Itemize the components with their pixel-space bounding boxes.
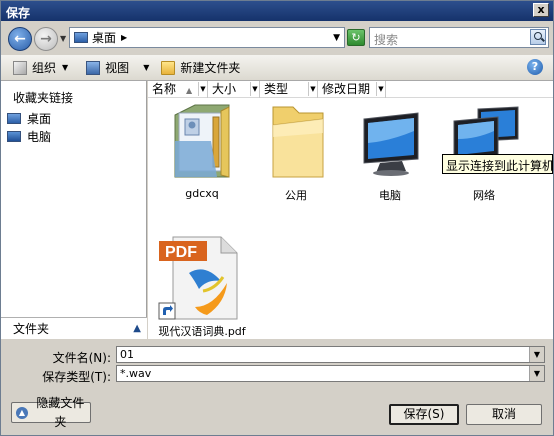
file-item-label: 电脑 — [379, 189, 401, 202]
chevron-down-icon[interactable]: ▼ — [529, 347, 544, 362]
filetype-value: *.wav — [120, 367, 152, 380]
command-bar: 组织 ▼ 视图 ▼ 新建文件夹 ? — [1, 55, 553, 81]
chevron-up-icon: ▲ — [16, 406, 28, 419]
new-folder-button[interactable]: 新建文件夹 — [155, 57, 246, 79]
window-title: 保存 — [6, 6, 31, 20]
column-label: 大小 — [212, 82, 237, 96]
organize-label: 组织 — [32, 61, 57, 75]
chevron-up-icon: ▲ — [133, 323, 141, 334]
breadcrumb-arrow-icon[interactable]: ▶ — [121, 33, 127, 42]
user-folder-icon — [174, 104, 230, 178]
column-dropdown-icon[interactable]: ▼ — [250, 82, 259, 96]
new-folder-label: 新建文件夹 — [180, 61, 241, 75]
view-menu[interactable]: 视图 ▼ — [80, 57, 155, 79]
cancel-button[interactable]: 取消 — [466, 404, 542, 425]
view-icon — [86, 60, 101, 75]
file-item-pdf[interactable]: PDF 现代汉语词典.pdf — [155, 231, 249, 339]
close-button[interactable]: x — [533, 3, 549, 17]
view-label: 视图 — [105, 61, 130, 75]
pdf-shortcut-icon: PDF — [158, 236, 238, 320]
search-icon[interactable] — [530, 29, 546, 45]
sidebar-item-label: 电脑 — [27, 130, 52, 144]
hide-folders-button[interactable]: ▲ 隐藏文件夹 — [11, 396, 91, 429]
column-dropdown-icon[interactable]: ▼ — [376, 82, 385, 96]
sidebar-item-computer[interactable]: 电脑 — [7, 128, 51, 145]
desktop-icon — [7, 113, 21, 124]
history-dropdown-icon[interactable]: ▼ — [60, 34, 66, 43]
filetype-label: 保存类型(T): — [42, 370, 111, 384]
column-header-date[interactable]: 修改日期 ▼ — [318, 81, 386, 98]
save-dialog: 保存 x ← → ▼ 桌面 ▶ ▼ ↻ 搜索 组织 ▼ 视图 ▼ 新建文件夹 ?… — [0, 0, 554, 436]
address-row: ← → ▼ 桌面 ▶ ▼ ↻ 搜索 — [1, 21, 553, 55]
filetype-select[interactable]: *.wav ▼ — [116, 365, 545, 382]
column-dropdown-icon[interactable]: ▼ — [308, 82, 317, 96]
computer-icon — [7, 131, 21, 142]
organize-menu[interactable]: 组织 ▼ — [7, 57, 74, 79]
column-header-name[interactable]: 名称 ▲ ▼ — [148, 81, 208, 98]
file-item-label: 公用 — [285, 189, 307, 202]
navigation-pane: 收藏夹链接 桌面 电脑 文件夹 ▲ — [1, 81, 147, 339]
filename-label: 文件名(N): — [52, 351, 111, 365]
save-form: 文件名(N): 01 ▼ 保存类型(T): *.wav ▼ ▲ 隐藏文件夹 保存… — [1, 339, 553, 435]
hide-folders-label: 隐藏文件夹 — [36, 395, 85, 429]
column-label: 修改日期 — [322, 82, 371, 96]
organize-icon — [13, 60, 27, 75]
file-item-label: gdcxq — [185, 187, 219, 200]
column-dropdown-icon[interactable]: ▼ — [198, 82, 207, 96]
address-bar[interactable]: 桌面 ▶ ▼ — [69, 27, 345, 48]
folders-toggle[interactable]: 文件夹 ▲ — [1, 317, 147, 339]
filename-value: 01 — [120, 348, 134, 361]
chevron-down-icon: ▼ — [143, 63, 150, 72]
search-placeholder: 搜索 — [374, 33, 399, 47]
refresh-button[interactable]: ↻ — [347, 29, 365, 46]
file-item-computer[interactable]: 电脑 — [343, 99, 437, 202]
file-item-label: 网络 — [473, 189, 495, 202]
computer-icon — [363, 112, 419, 176]
sidebar-item-label: 桌面 — [27, 112, 52, 126]
column-header-type[interactable]: 类型 ▼ — [260, 81, 318, 98]
address-location: 桌面 — [92, 31, 117, 45]
tooltip: 显示连接到此计算机的驱 — [442, 154, 553, 174]
filename-field[interactable]: 01 ▼ — [116, 346, 545, 363]
column-label: 名称 — [152, 82, 177, 96]
back-button[interactable]: ← — [8, 27, 32, 51]
chevron-down-icon: ▼ — [62, 63, 69, 72]
file-list: 名称 ▲ ▼ 大小 ▼ 类型 ▼ 修改日期 ▼ gdcxq 公用 电脑 网络 P… — [148, 81, 553, 339]
desktop-icon — [74, 32, 88, 43]
favorites-title: 收藏夹链接 — [13, 91, 74, 105]
search-input[interactable]: 搜索 — [369, 27, 549, 48]
file-item-label: 现代汉语词典.pdf — [158, 325, 246, 338]
sort-arrow-icon: ▲ — [186, 86, 193, 95]
column-headers: 名称 ▲ ▼ 大小 ▼ 类型 ▼ 修改日期 ▼ — [148, 81, 553, 98]
file-item-public-folder[interactable]: 公用 — [249, 99, 343, 202]
sidebar-item-desktop[interactable]: 桌面 — [7, 110, 51, 127]
forward-button[interactable]: → — [34, 27, 58, 51]
help-icon[interactable]: ? — [527, 59, 543, 75]
folder-icon — [161, 60, 176, 75]
chevron-down-icon[interactable]: ▼ — [529, 366, 544, 381]
address-dropdown-icon[interactable]: ▼ — [333, 33, 340, 43]
title-bar: 保存 x — [1, 1, 553, 21]
column-header-size[interactable]: 大小 ▼ — [208, 81, 260, 98]
folders-label: 文件夹 — [13, 322, 50, 336]
svg-text:PDF: PDF — [165, 244, 197, 261]
column-label: 类型 — [264, 82, 289, 96]
file-item-user-folder[interactable]: gdcxq — [155, 99, 249, 200]
folder-icon — [272, 106, 324, 178]
file-item-network[interactable]: 网络 — [437, 99, 531, 202]
save-button[interactable]: 保存(S) — [389, 404, 459, 425]
